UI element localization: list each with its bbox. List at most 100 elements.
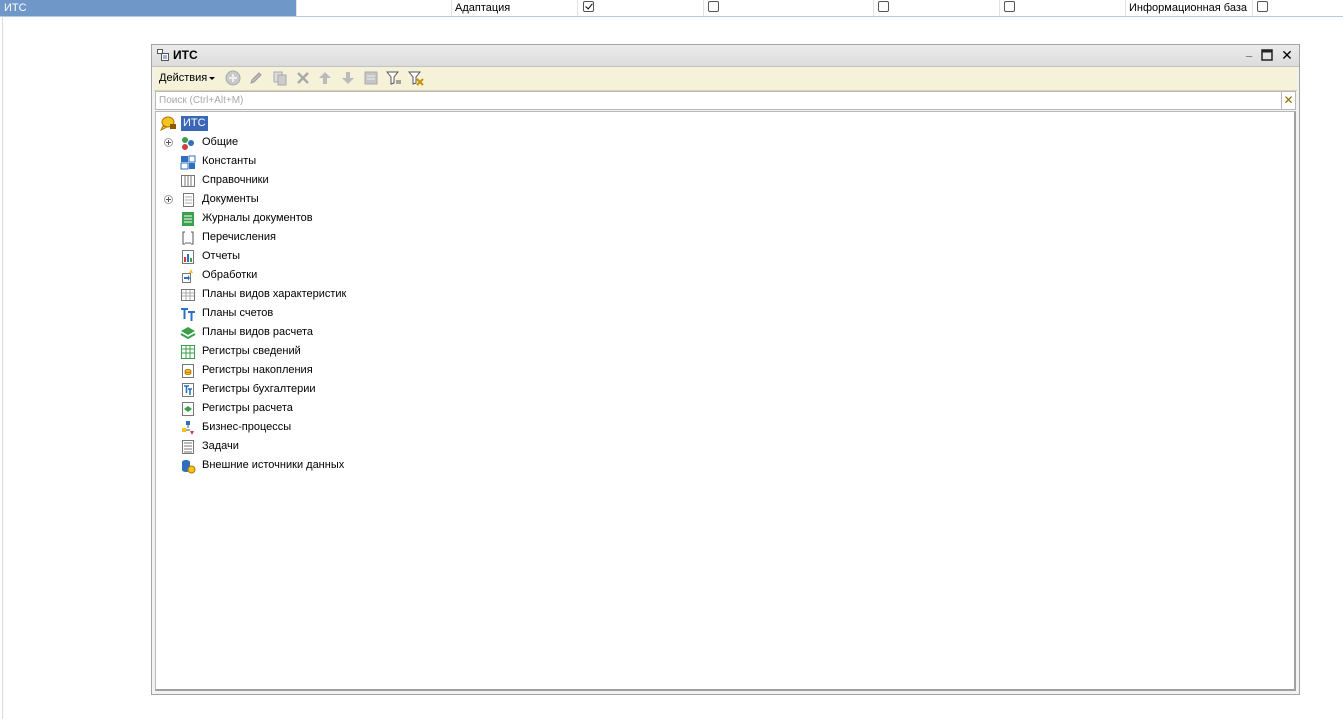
enums-icon <box>182 231 194 245</box>
empty-cell[interactable] <box>297 0 452 16</box>
property-row: ИТС Адаптация Информационная база <box>0 0 1343 17</box>
close-button[interactable]: ✕ <box>1279 47 1295 63</box>
tree-item-label: Задачи <box>202 440 239 452</box>
tree-item-label: Регистры сведений <box>202 345 301 357</box>
tree-item[interactable]: Регистры расчета <box>160 400 560 419</box>
tree-item[interactable]: Бизнес-процессы <box>160 419 560 438</box>
tree-item-label: Планы счетов <box>202 307 274 319</box>
accumulation-registers-icon <box>182 364 194 378</box>
tree-item-label: Общие <box>202 136 239 148</box>
chart-of-accounts-icon <box>181 308 195 321</box>
delete-icon[interactable] <box>295 70 311 86</box>
tree-item-label: Планы видов характеристик <box>202 288 347 300</box>
tree-item[interactable]: Планы видов расчета <box>160 324 560 343</box>
move-down-icon[interactable] <box>340 70 356 86</box>
tree-item-label: Внешние источники данных <box>202 459 345 471</box>
tree-item[interactable]: Журналы документов <box>160 210 560 229</box>
calculation-registers-icon <box>182 402 194 416</box>
tree-item[interactable]: Константы <box>160 153 560 172</box>
tree-item-label: Планы видов расчета <box>202 326 314 338</box>
business-processes-icon <box>182 421 194 435</box>
tree-item[interactable]: Планы видов характеристик <box>160 286 560 305</box>
configuration-root-icon <box>160 116 176 131</box>
chevron-down-icon <box>209 76 216 80</box>
tree-item-label: Обработки <box>202 269 258 281</box>
tree-item[interactable]: Справочники <box>160 172 560 191</box>
window-titlebar[interactable]: ИТС _ ✕ <box>152 45 1299 67</box>
data-processors-icon <box>182 269 193 283</box>
toolbar: Действия <box>154 67 1297 91</box>
maximize-icon <box>1261 49 1273 61</box>
common-icon <box>182 137 194 150</box>
tree-item[interactable]: Перечисления <box>160 229 560 248</box>
chart-of-calculation-icon <box>180 327 196 340</box>
minimize-button[interactable]: _ <box>1241 46 1257 62</box>
tree-item-label: Бизнес-процессы <box>202 421 292 433</box>
list-icon[interactable] <box>363 70 379 86</box>
edit-icon[interactable] <box>248 70 264 86</box>
mode-value: Адаптация <box>455 2 511 14</box>
search-input[interactable]: Поиск (Ctrl+Alt+M) <box>155 91 1282 110</box>
check-cell-5 <box>1253 0 1343 16</box>
tree-item[interactable]: Отчеты <box>160 248 560 267</box>
property-name-cell[interactable]: ИТС <box>0 0 297 16</box>
chart-of-characteristics-icon <box>181 289 195 301</box>
tree-item-label: Справочники <box>202 174 269 186</box>
accounting-registers-icon <box>182 383 194 397</box>
metadata-tree: ИТС Общие Константы Справочники Документы Жу… <box>155 111 1296 691</box>
check-cell-2 <box>704 0 874 16</box>
expand-icon[interactable] <box>164 138 173 147</box>
tree-item[interactable]: Внешние источники данных <box>160 457 560 476</box>
maximize-button[interactable] <box>1259 47 1275 63</box>
checkbox-1[interactable] <box>583 1 594 12</box>
left-border <box>2 17 3 719</box>
constants-icon <box>180 155 196 170</box>
tree-item[interactable]: Регистры накопления <box>160 362 560 381</box>
checkbox-3[interactable] <box>878 1 889 12</box>
tree-item-label: Документы <box>202 193 259 205</box>
actions-label: Действия <box>159 72 208 84</box>
reports-icon <box>182 250 194 264</box>
infobase-label: Информационная база <box>1129 2 1247 14</box>
expand-icon[interactable] <box>164 195 173 204</box>
filter-icon[interactable] <box>386 70 402 86</box>
tree-item-label: Отчеты <box>202 250 241 262</box>
checkbox-4[interactable] <box>1004 1 1015 12</box>
tree-item-label: Константы <box>202 155 257 167</box>
tree-item[interactable]: Регистры сведений <box>160 343 560 362</box>
external-data-sources-icon <box>182 460 196 474</box>
mode-cell[interactable]: Адаптация <box>452 0 578 16</box>
tree-item[interactable]: Документы <box>160 191 560 210</box>
property-name-value: ИТС <box>4 2 27 14</box>
tree-item-label: Регистры бухгалтерии <box>202 383 316 395</box>
check-cell-3 <box>874 0 1000 16</box>
add-icon[interactable] <box>225 70 241 86</box>
check-cell-1 <box>578 0 704 16</box>
catalogs-icon <box>181 175 195 187</box>
checkbox-2[interactable] <box>708 1 719 12</box>
window-form-icon <box>157 49 169 61</box>
actions-menu-button[interactable]: Действия <box>159 72 216 84</box>
documents-icon <box>183 193 194 207</box>
info-registers-icon <box>181 345 195 359</box>
tree-item-label: Регистры накопления <box>202 364 313 376</box>
tree-root-label: ИТС <box>181 116 208 131</box>
move-up-icon[interactable] <box>317 70 333 86</box>
tree-item[interactable]: Регистры бухгалтерии <box>160 381 560 400</box>
tree-item-label: Регистры расчета <box>202 402 293 414</box>
check-cell-4 <box>1000 0 1126 16</box>
document-journals-icon <box>182 212 194 226</box>
checkbox-5[interactable] <box>1257 1 1268 12</box>
copy-icon[interactable] <box>272 70 288 86</box>
search-clear-button[interactable]: ✕ <box>1282 91 1296 110</box>
tree-item[interactable]: Планы счетов <box>160 305 560 324</box>
tasks-icon <box>182 440 194 454</box>
tree-item[interactable]: Обработки <box>160 267 560 286</box>
clear-filter-icon[interactable] <box>408 70 424 86</box>
infobase-cell[interactable]: Информационная база <box>1126 0 1253 16</box>
tree-item[interactable]: Задачи <box>160 438 560 457</box>
its-window: ИТС _ ✕ Действия Поиск (Ctrl+Alt+M) ✕ ИТ… <box>151 44 1300 695</box>
window-title: ИТС <box>173 48 198 62</box>
tree-item[interactable]: Общие <box>160 134 560 153</box>
tree-item-label: Журналы документов <box>202 212 313 224</box>
